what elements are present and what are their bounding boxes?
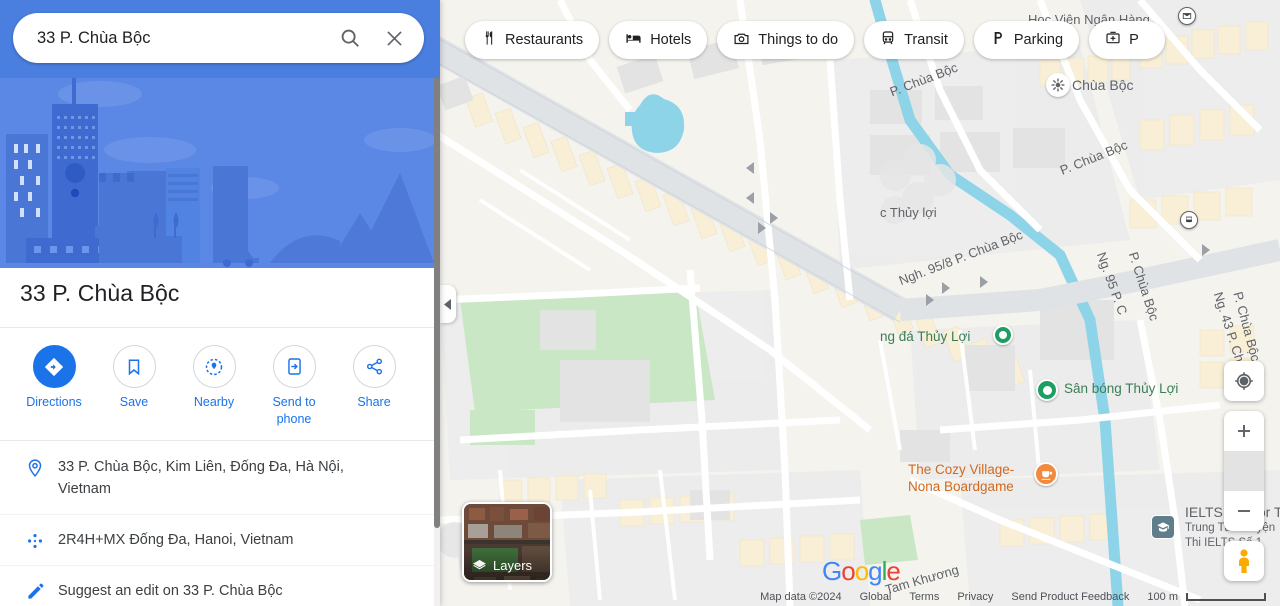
- park-poi-icon[interactable]: [993, 325, 1013, 345]
- scale-label: 100 m: [1147, 591, 1178, 603]
- action-label: Send to phone: [272, 395, 316, 426]
- search-icon: [341, 29, 359, 47]
- footer-link-privacy[interactable]: Privacy: [957, 591, 993, 603]
- hotel-icon: [625, 30, 642, 51]
- place-info-list[interactable]: 33 P. Chùa Bộc, Kim Liên, Đống Đa, Hà Nộ…: [0, 442, 434, 606]
- plus-icon: [1238, 425, 1250, 437]
- layers-label: Layers: [493, 557, 533, 573]
- school-poi-icon[interactable]: [1151, 515, 1175, 539]
- scale-bar: [1186, 593, 1266, 601]
- zoom-in-button[interactable]: [1224, 411, 1264, 451]
- category-chips-bar[interactable]: Restaurants Hotels Things to do Transit: [465, 21, 1165, 59]
- search-header: [0, 0, 440, 78]
- footer-link-feedback[interactable]: Send Product Feedback: [1011, 591, 1129, 603]
- suggest-edit-row[interactable]: Suggest an edit on 33 P. Chùa Bộc: [0, 566, 434, 606]
- chip-hotels[interactable]: Hotels: [609, 21, 708, 59]
- suggest-edit-text: Suggest an edit on 33 P. Chùa Bộc: [58, 583, 283, 599]
- my-location-button[interactable]: [1224, 361, 1264, 401]
- chip-parking[interactable]: Parking: [973, 21, 1080, 59]
- directions-icon: [32, 345, 76, 388]
- logo-letter: e: [886, 556, 901, 586]
- restaurant-icon: [481, 30, 497, 50]
- page-title: 33 P. Chùa Bộc: [20, 280, 180, 306]
- place-photo-placeholder: [0, 78, 434, 268]
- search-box[interactable]: [13, 13, 424, 63]
- map-canvas[interactable]: P. Chùa Bộc P. Chùa Bộc c Thủy lợi Ngh. …: [440, 0, 1280, 606]
- park-poi-icon[interactable]: [1036, 379, 1058, 401]
- layers-caption: Layers: [464, 550, 550, 580]
- nearby-icon: [192, 345, 236, 388]
- collapse-panel-button[interactable]: [440, 285, 456, 323]
- search-button[interactable]: [328, 14, 372, 62]
- panel-scrollbar[interactable]: [434, 0, 440, 606]
- logo-letter: o: [841, 556, 856, 586]
- clear-search-button[interactable]: [372, 14, 416, 62]
- bookmark-icon: [112, 345, 156, 388]
- chip-label: Things to do: [758, 32, 839, 48]
- google-maps-app: P. Chùa Bộc P. Chùa Bộc c Thủy lợi Ngh. …: [0, 0, 1280, 606]
- street-view-pegman-button[interactable]: [1224, 541, 1264, 581]
- action-label: Share: [357, 395, 391, 409]
- chip-label: P: [1129, 32, 1139, 48]
- pencil-icon: [18, 580, 52, 601]
- chip-restaurants[interactable]: Restaurants: [465, 21, 600, 59]
- share-button[interactable]: Share: [334, 345, 414, 411]
- chip-transit[interactable]: Transit: [864, 21, 964, 59]
- plus-code-text: 2R4H+MX Đống Đa, Hanoi, Vietnam: [58, 532, 294, 548]
- transit-icon: [880, 30, 896, 50]
- my-location-icon: [1224, 361, 1264, 401]
- logo-letter: g: [868, 556, 883, 586]
- chip-label: Restaurants: [505, 32, 584, 48]
- address-text: 33 P. Chùa Bộc, Kim Liên, Đống Đa, Hà Nộ…: [58, 459, 344, 497]
- cafe-poi-icon[interactable]: [1034, 462, 1058, 486]
- layers-icon: [473, 559, 486, 569]
- map-footer[interactable]: Map data ©2024 Global Terms Privacy Send…: [440, 588, 1280, 606]
- bus-stop-icon[interactable]: [1180, 211, 1198, 229]
- chip-label: Parking: [1013, 32, 1064, 48]
- plus-code-row[interactable]: 2R4H+MX Đống Đa, Hanoi, Vietnam: [0, 515, 434, 566]
- directions-button[interactable]: Directions: [14, 345, 94, 411]
- google-logo: Google: [822, 556, 901, 587]
- address-row[interactable]: 33 P. Chùa Bộc, Kim Liên, Đống Đa, Hà Nộ…: [0, 442, 434, 515]
- minus-icon: [1238, 510, 1250, 512]
- place-actions[interactable]: Directions Save Nearby Send to phone Sha…: [0, 329, 434, 441]
- search-input[interactable]: [13, 14, 328, 62]
- place-title-section: 33 P. Chùa Bộc: [0, 268, 434, 328]
- nearby-button[interactable]: Nearby: [174, 345, 254, 411]
- chip-pharmacies[interactable]: P: [1089, 21, 1165, 59]
- camera-icon: [733, 30, 750, 51]
- share-icon: [352, 345, 396, 388]
- zoom-out-button[interactable]: [1224, 491, 1264, 531]
- chip-label: Hotels: [650, 32, 692, 48]
- temple-poi-icon[interactable]: [1046, 73, 1070, 97]
- location-pin-icon: [18, 456, 52, 478]
- logo-letter: G: [822, 556, 842, 586]
- place-details-panel[interactable]: 33 P. Chùa Bộc Directions Save Nearby: [0, 0, 440, 606]
- mail-poi-icon[interactable]: [1178, 7, 1196, 25]
- chevron-left-icon: [443, 298, 451, 310]
- city-illustration: [0, 78, 434, 268]
- map-controls[interactable]: [1224, 351, 1264, 581]
- action-label: Nearby: [193, 395, 235, 409]
- plus-code-icon: [18, 529, 52, 551]
- chip-label: Transit: [904, 32, 948, 48]
- save-button[interactable]: Save: [94, 345, 174, 411]
- zoom-controls[interactable]: [1224, 411, 1264, 531]
- pharmacy-icon: [1105, 30, 1121, 50]
- send-to-phone-icon: [272, 345, 316, 388]
- action-label: Directions: [26, 395, 82, 409]
- pegman-icon: [1224, 541, 1264, 581]
- footer-link-global[interactable]: Global: [860, 591, 892, 603]
- control-divider: [1224, 451, 1264, 491]
- chip-things-to-do[interactable]: Things to do: [717, 21, 855, 59]
- scrollbar-thumb[interactable]: [434, 58, 440, 528]
- logo-letter: o: [854, 556, 870, 586]
- send-to-phone-button[interactable]: Send to phone: [254, 345, 334, 428]
- map-attribution: Map data ©2024: [760, 591, 842, 603]
- parking-icon: [990, 30, 1006, 50]
- footer-link-terms[interactable]: Terms: [909, 591, 939, 603]
- close-icon: [386, 30, 402, 46]
- action-label: Save: [119, 395, 149, 409]
- layers-button[interactable]: Layers: [462, 502, 552, 582]
